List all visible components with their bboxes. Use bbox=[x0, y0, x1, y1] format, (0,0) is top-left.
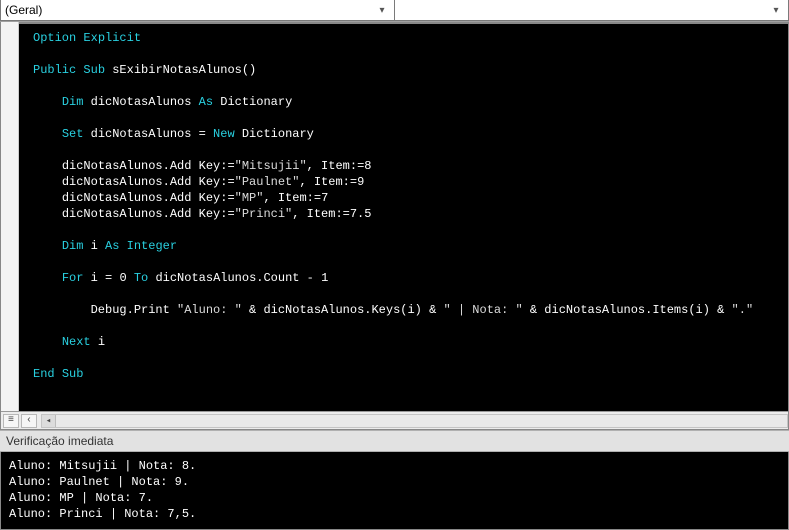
object-dropdown-text: (Geral) bbox=[5, 3, 374, 17]
chevron-down-icon: ▾ bbox=[374, 5, 390, 16]
code-text[interactable]: Option Explicit Public Sub sExibirNotasA… bbox=[19, 22, 788, 411]
immediate-window[interactable]: Aluno: Mitsujii | Nota: 8. Aluno: Paulne… bbox=[0, 452, 789, 530]
editor-bottom-strip: ≡ ‹ ◂ bbox=[1, 411, 788, 429]
chevron-down-icon: ▾ bbox=[768, 5, 784, 16]
object-dropdown[interactable]: (Geral) ▾ bbox=[0, 0, 395, 21]
code-editor: Option Explicit Public Sub sExibirNotasA… bbox=[0, 22, 789, 430]
code-editor-body[interactable]: Option Explicit Public Sub sExibirNotasA… bbox=[1, 22, 788, 411]
object-proc-bar: (Geral) ▾ ▾ bbox=[0, 0, 789, 22]
procedure-dropdown[interactable]: ▾ bbox=[395, 0, 789, 21]
scroll-left-arrow-icon[interactable]: ◂ bbox=[42, 415, 56, 427]
procedure-view-button[interactable]: ‹ bbox=[21, 414, 37, 428]
code-margin bbox=[1, 22, 19, 411]
full-module-view-button[interactable]: ≡ bbox=[3, 414, 19, 428]
horizontal-scrollbar[interactable]: ◂ bbox=[41, 414, 788, 428]
immediate-window-title: Verificação imediata bbox=[0, 430, 789, 452]
